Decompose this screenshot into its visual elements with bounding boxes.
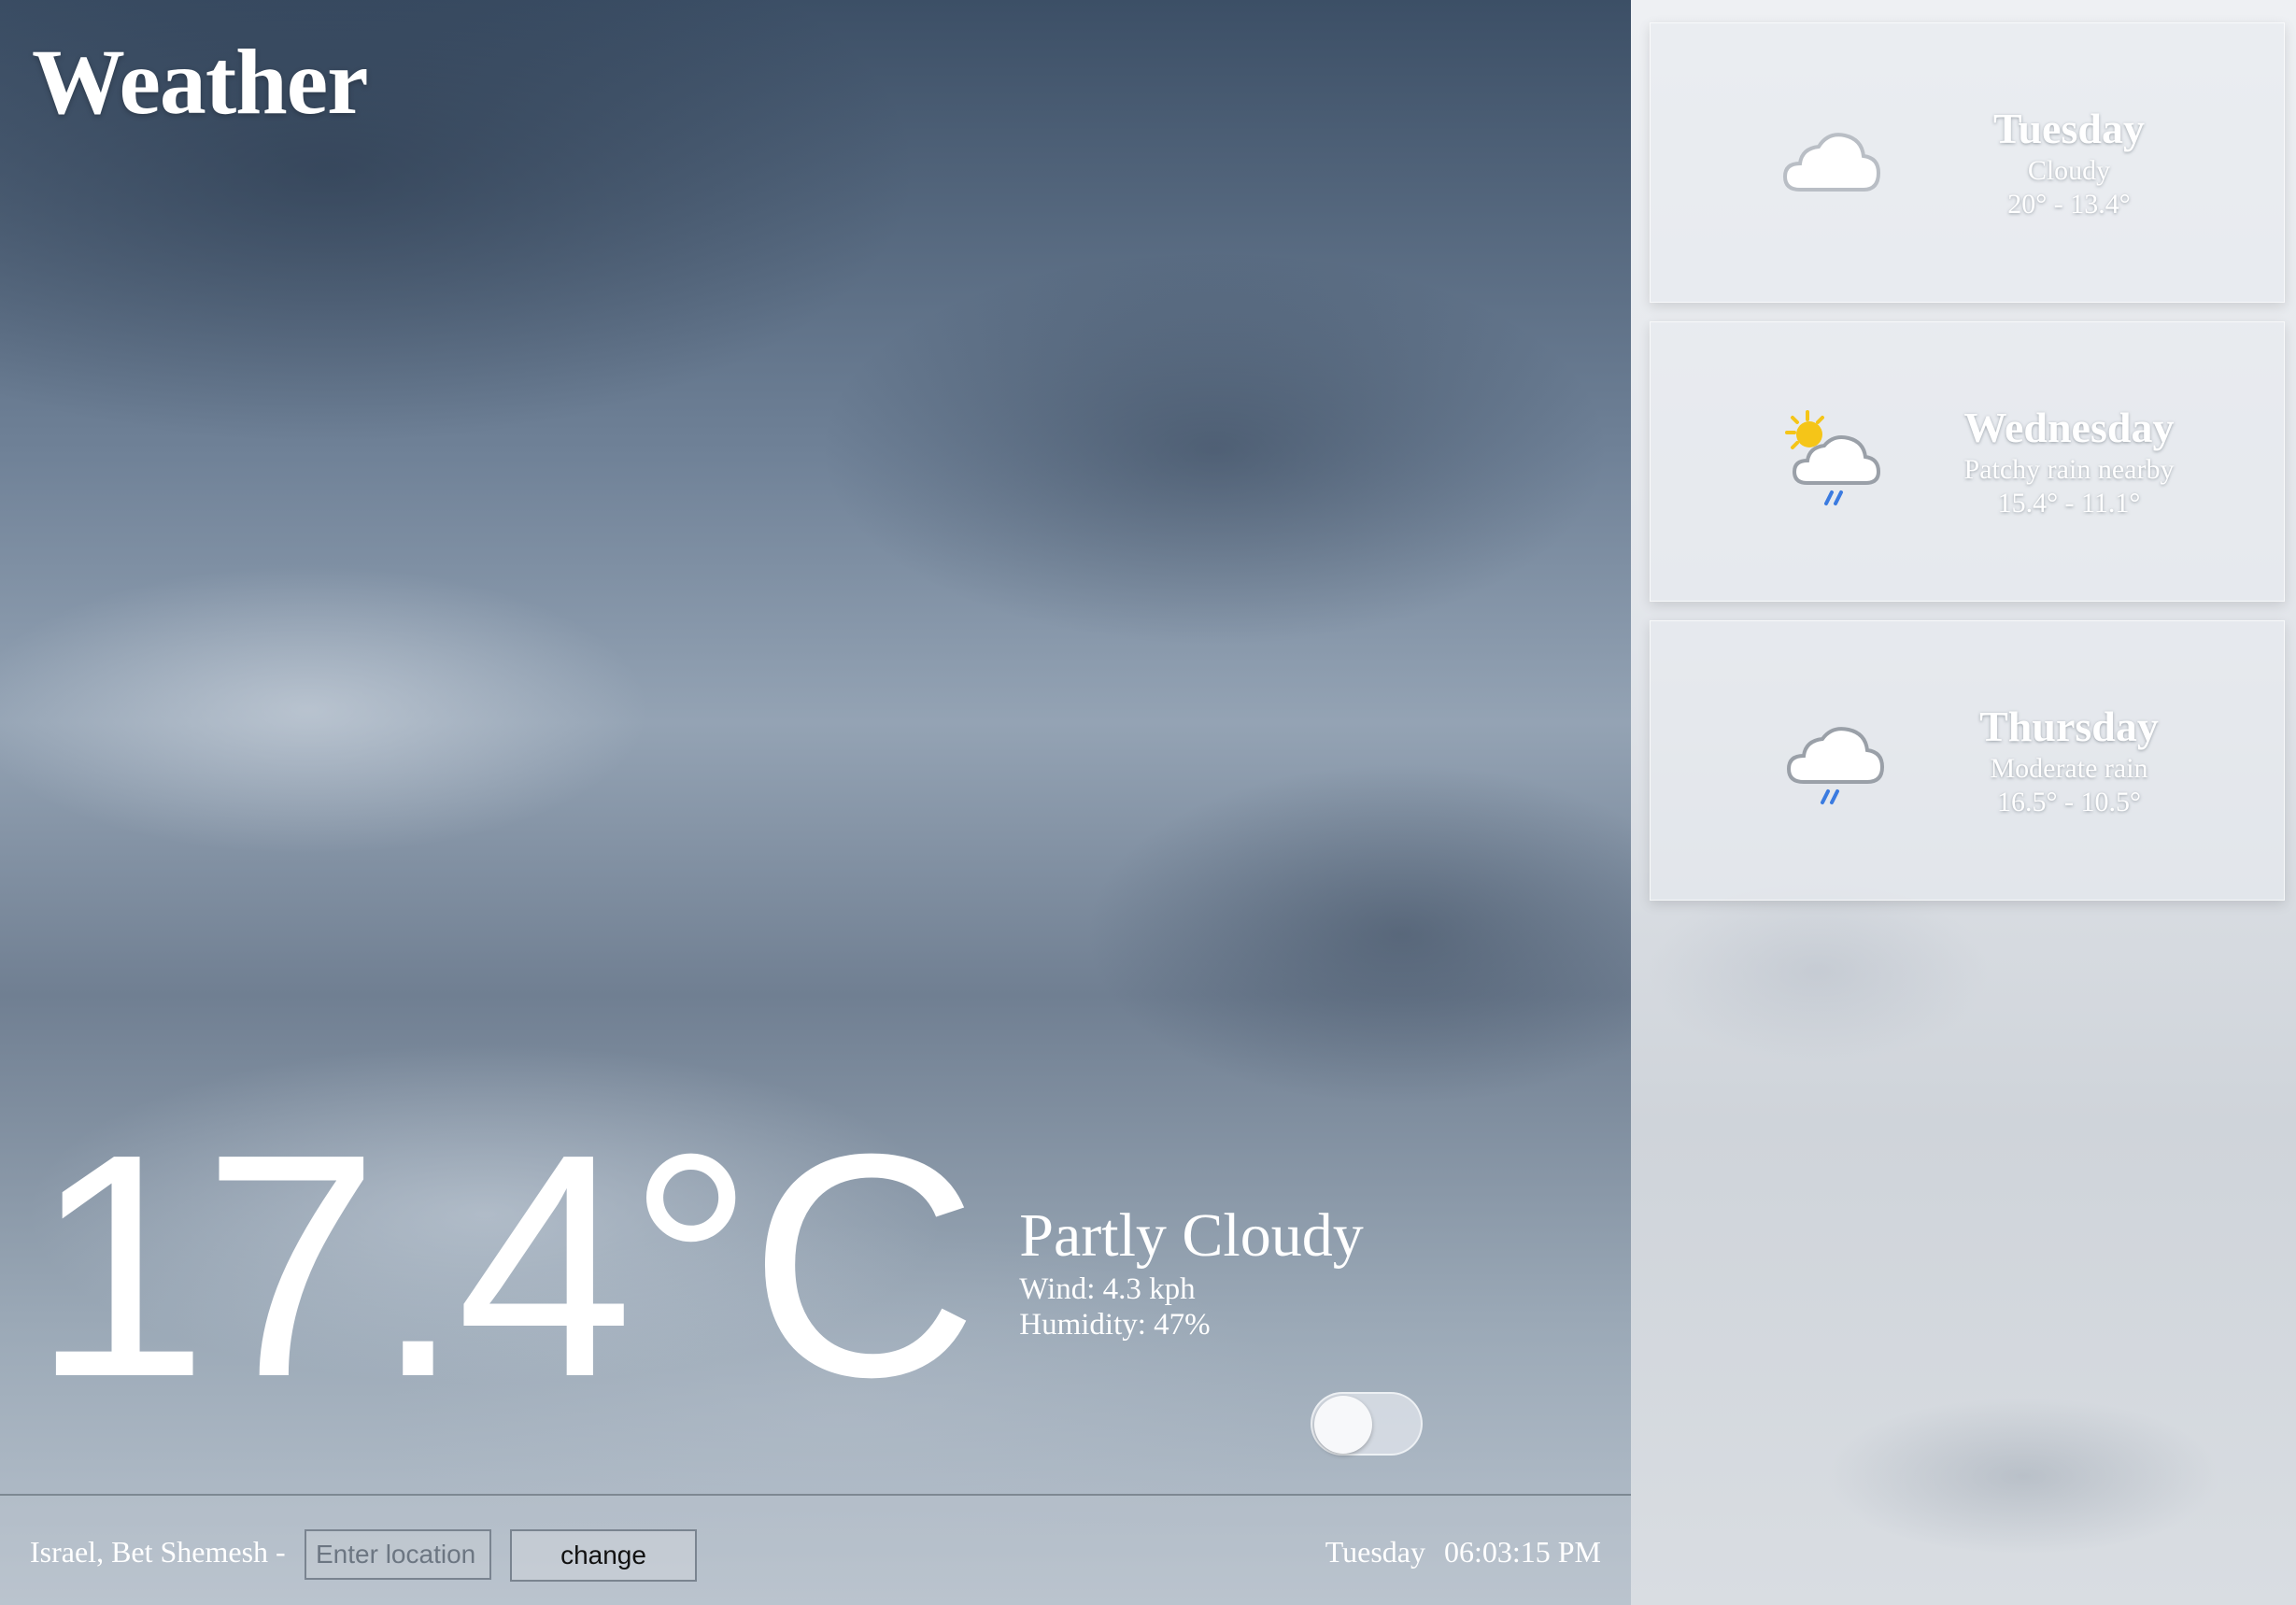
- forecast-condition: Patchy rain nearby: [1963, 454, 2175, 485]
- forecast-day: Tuesday: [1993, 105, 2145, 152]
- current-temperature: 17.4°C: [32, 1088, 978, 1443]
- rain-drops: [1824, 490, 1843, 505]
- current-conditions: 17.4°C Partly Cloudy Wind: 4.3 kph Humid…: [32, 1107, 1364, 1425]
- forecast-condition: Cloudy: [2027, 155, 2111, 186]
- wind-speed: Wind: 4.3 kph: [1019, 1272, 1196, 1306]
- forecast-range: 16.5° - 10.5°: [1997, 787, 2141, 817]
- current-day: Tuesday: [1325, 1535, 1425, 1569]
- forecast-card[interactable]: Tuesday Cloudy 20° - 13.4°: [1650, 22, 2285, 303]
- condition-details: Partly Cloudy Wind: 4.3 kph Humidity: 47…: [1019, 1200, 1364, 1342]
- forecast-day: Thursday: [1979, 703, 2159, 750]
- rain-drops: [1821, 789, 1839, 804]
- date-time: Tuesday 06:03:15 PM: [1325, 1535, 1601, 1569]
- app-title: Weather: [32, 30, 369, 134]
- forecast-panel: Tuesday Cloudy 20° - 13.4° Wednesday Pat…: [1631, 0, 2296, 1605]
- humidity: Humidity: 47%: [1019, 1308, 1211, 1342]
- forecast-text: Wednesday Patchy rain nearby 15.4° - 11.…: [1929, 403, 2209, 520]
- forecast-text: Tuesday Cloudy 20° - 13.4°: [1929, 104, 2209, 221]
- current-weather-area: Weather 17.4°C Partly Cloudy Wind: 4.3 k…: [0, 0, 1631, 1605]
- forecast-condition: Moderate rain: [1990, 753, 2148, 784]
- forecast-card[interactable]: Wednesday Patchy rain nearby 15.4° - 11.…: [1650, 321, 2285, 602]
- change-location-button[interactable]: change: [510, 1529, 697, 1582]
- cloud-icon: [1782, 133, 1881, 192]
- forecast-range: 15.4° - 11.1°: [1997, 488, 2141, 518]
- toggle-knob[interactable]: [1314, 1396, 1372, 1454]
- forecast-card[interactable]: Thursday Moderate rain 16.5° - 10.5°: [1650, 620, 2285, 901]
- current-location: Israel, Bet Shemesh -: [30, 1535, 286, 1569]
- forecast-range: 20° - 13.4°: [2007, 189, 2131, 220]
- bottom-bar: Israel, Bet Shemesh - change Tuesday 06:…: [0, 1494, 1631, 1605]
- forecast-day: Wednesday: [1963, 404, 2175, 451]
- location-input[interactable]: [305, 1529, 491, 1580]
- current-time: 06:03:15 PM: [1443, 1535, 1601, 1569]
- cloud-rain-icon: [1786, 727, 1885, 804]
- sun-cloud-rain-icon: [1785, 410, 1881, 505]
- unit-toggle[interactable]: [1311, 1392, 1423, 1456]
- forecast-text: Thursday Moderate rain 16.5° - 10.5°: [1929, 702, 2209, 819]
- current-condition: Partly Cloudy: [1019, 1201, 1364, 1270]
